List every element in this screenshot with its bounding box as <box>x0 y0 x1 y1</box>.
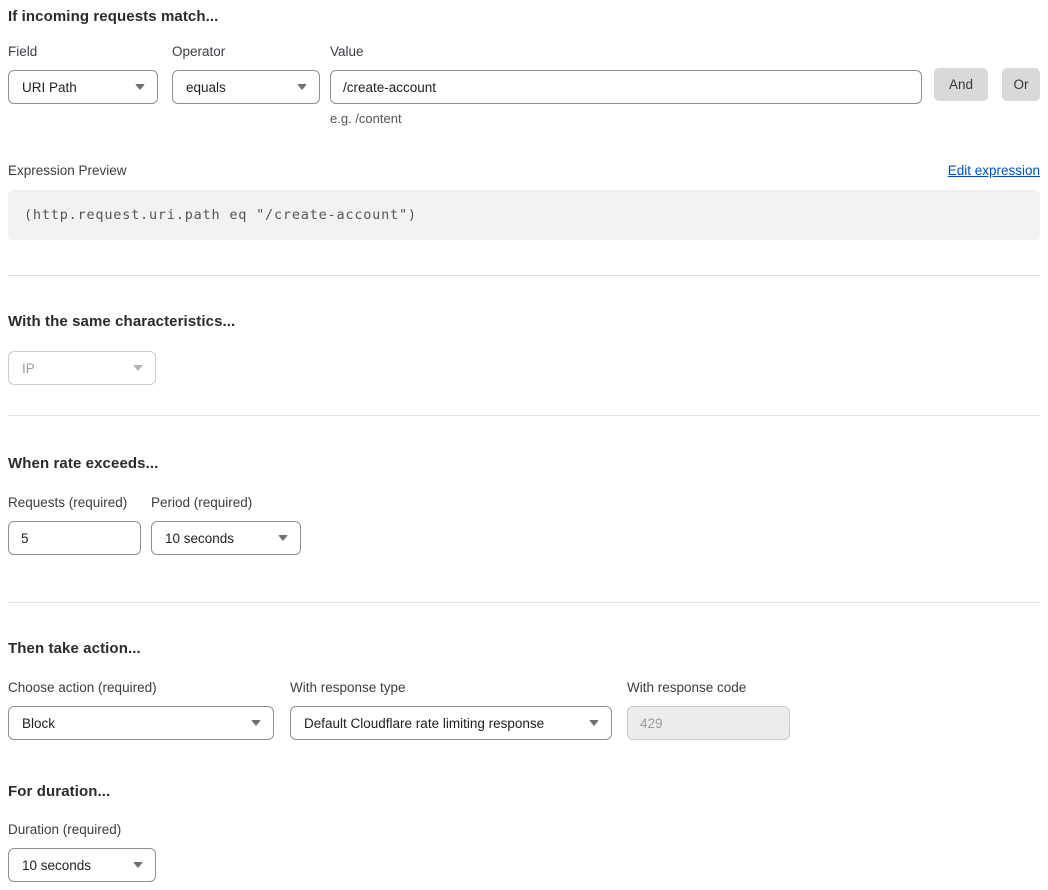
action-section-title: Then take action... <box>8 640 1040 657</box>
section-divider <box>8 415 1040 416</box>
chevron-down-icon <box>297 84 307 90</box>
chevron-down-icon <box>133 365 143 371</box>
edit-expression-link[interactable]: Edit expression <box>948 163 1040 178</box>
field-dropdown[interactable]: URI Path <box>8 70 158 104</box>
requests-input[interactable] <box>8 521 141 555</box>
match-row: Field URI Path Operator equals Value e.g… <box>8 44 1040 126</box>
chevron-down-icon <box>251 720 261 726</box>
choose-action-label: Choose action (required) <box>8 680 274 695</box>
rate-section-title: When rate exceeds... <box>8 455 1040 472</box>
operator-dropdown-value: equals <box>186 80 226 95</box>
value-hint: e.g. /content <box>330 111 922 126</box>
period-dropdown-value: 10 seconds <box>165 531 234 546</box>
response-code-label: With response code <box>627 680 790 695</box>
duration-label: Duration (required) <box>8 822 156 837</box>
expression-code: (http.request.uri.path eq "/create-accou… <box>24 207 417 223</box>
field-label: Field <box>8 44 158 59</box>
characteristic-dropdown-value: IP <box>22 361 35 376</box>
expression-preview-label: Expression Preview <box>8 163 127 178</box>
operator-label: Operator <box>172 44 320 59</box>
action-dropdown[interactable]: Block <box>8 706 274 740</box>
chevron-down-icon <box>133 862 143 868</box>
chevron-down-icon <box>278 535 288 541</box>
duration-dropdown-value: 10 seconds <box>22 858 91 873</box>
chevron-down-icon <box>135 84 145 90</box>
response-type-dropdown[interactable]: Default Cloudflare rate limiting respons… <box>290 706 612 740</box>
section-divider <box>8 602 1040 603</box>
or-button[interactable]: Or <box>1002 68 1040 101</box>
rate-limiting-rule-form: If incoming requests match... Field URI … <box>0 0 1048 890</box>
match-section-title: If incoming requests match... <box>8 8 1040 25</box>
response-code-input <box>627 706 790 740</box>
and-button[interactable]: And <box>934 68 988 101</box>
expression-preview-box: (http.request.uri.path eq "/create-accou… <box>8 190 1040 240</box>
action-dropdown-value: Block <box>22 716 55 731</box>
chevron-down-icon <box>589 720 599 726</box>
period-label: Period (required) <box>151 495 301 510</box>
response-type-label: With response type <box>290 680 612 695</box>
period-dropdown[interactable]: 10 seconds <box>151 521 301 555</box>
field-dropdown-value: URI Path <box>22 80 77 95</box>
response-type-dropdown-value: Default Cloudflare rate limiting respons… <box>304 716 544 731</box>
characteristics-section-title: With the same characteristics... <box>8 313 1040 330</box>
value-input[interactable] <box>330 70 922 104</box>
requests-label: Requests (required) <box>8 495 141 510</box>
value-label: Value <box>330 44 922 59</box>
operator-dropdown[interactable]: equals <box>172 70 320 104</box>
section-divider <box>8 275 1040 276</box>
duration-dropdown[interactable]: 10 seconds <box>8 848 156 882</box>
rate-row: Requests (required) Period (required) 10… <box>8 495 1040 555</box>
action-row: Choose action (required) Block With resp… <box>8 680 1040 740</box>
duration-section-title: For duration... <box>8 783 1040 800</box>
characteristic-dropdown: IP <box>8 351 156 385</box>
